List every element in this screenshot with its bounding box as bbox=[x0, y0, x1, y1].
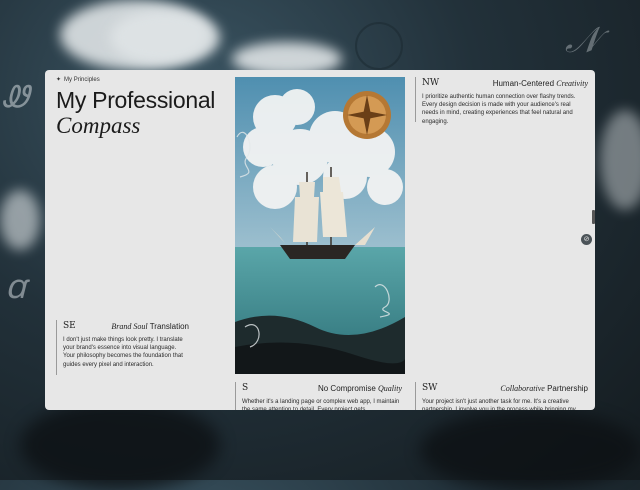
principle-body: Your project isn't just another task for… bbox=[422, 399, 576, 410]
page-title-line1: My Professional bbox=[56, 87, 216, 113]
compass-rose-icon: ✦ bbox=[56, 77, 62, 83]
principle-mark: SE bbox=[63, 321, 76, 331]
principle-title: Human-Centered Creativity bbox=[492, 78, 588, 88]
principle-mark: S bbox=[242, 383, 249, 393]
principle-title: Collaborative Partnership bbox=[500, 383, 588, 393]
principles-panel: ✦ My Principles My Professional Compass … bbox=[45, 70, 595, 410]
page-title: My Professional Compass bbox=[56, 87, 216, 139]
compass-icon bbox=[343, 91, 391, 139]
principle-card-s: S No Compromise Quality Whether it's a l… bbox=[235, 382, 402, 410]
principle-body: I prioritize authentic human connection … bbox=[422, 94, 576, 125]
principle-title: Brand Soul Translation bbox=[111, 321, 189, 331]
principle-body: I don't just make things look pretty. I … bbox=[63, 337, 183, 368]
breadcrumb[interactable]: ✦ My Principles bbox=[56, 76, 100, 84]
principle-body: Whether it's a landing page or complex w… bbox=[242, 399, 400, 410]
breadcrumb-label: My Principles bbox=[64, 76, 100, 83]
ship-illustration bbox=[235, 77, 405, 374]
principle-card-nw: NW Human-Centered Creativity I prioritiz… bbox=[415, 77, 588, 125]
compass-fab-button[interactable]: ⊘ bbox=[581, 234, 592, 245]
principle-title: No Compromise Quality bbox=[317, 383, 402, 393]
principle-mark: NW bbox=[422, 78, 440, 88]
principle-card-se: SE Brand Soul Translation I don't just m… bbox=[56, 320, 189, 375]
page-title-line2: Compass bbox=[56, 113, 141, 138]
compass-icon: ⊘ bbox=[583, 236, 590, 243]
background-compass-icon bbox=[355, 22, 403, 70]
scrollbar[interactable] bbox=[592, 210, 595, 224]
principle-card-sw: SW Collaborative Partnership Your projec… bbox=[415, 382, 588, 410]
principle-mark: SW bbox=[422, 383, 438, 393]
